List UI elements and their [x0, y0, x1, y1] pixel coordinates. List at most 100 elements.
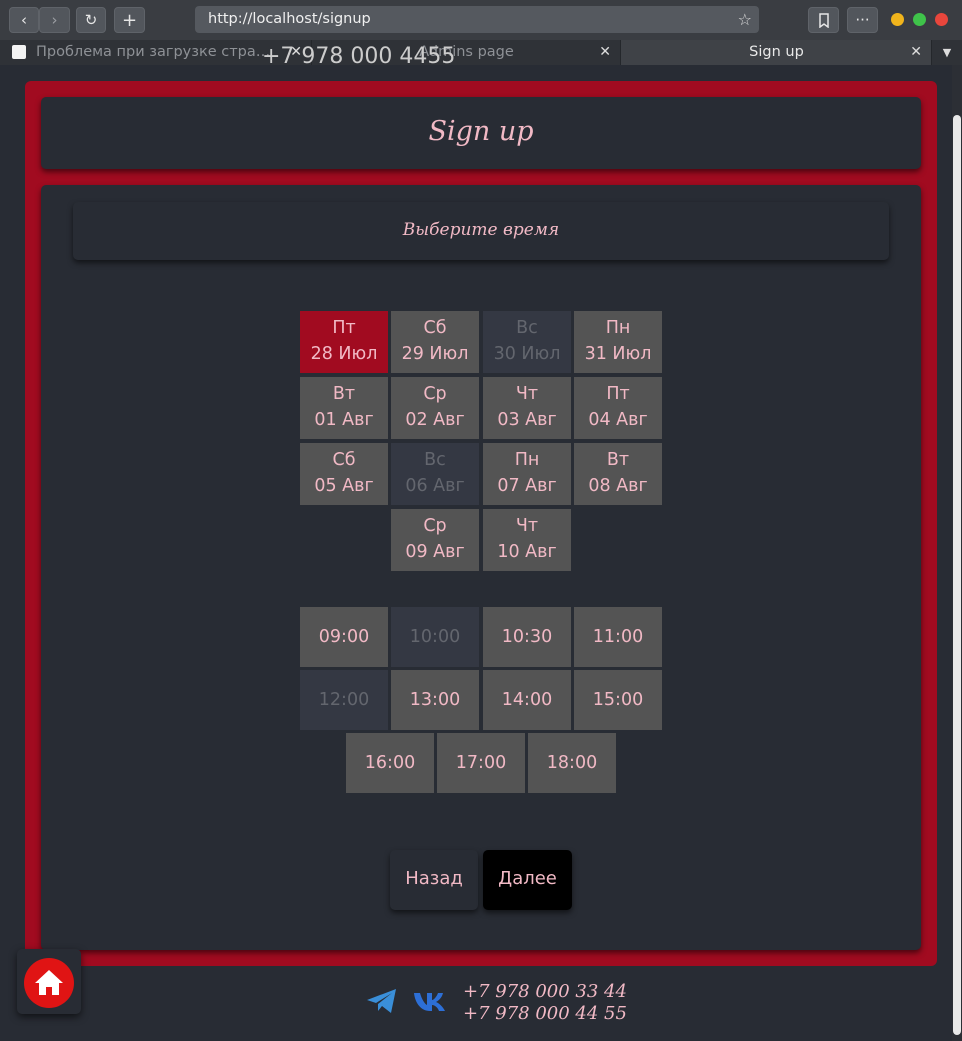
back-button[interactable]: Назад [390, 850, 478, 910]
date-cell[interactable]: Пн 07 Авг [483, 443, 571, 505]
schedule-card: Выберите время Назад Далее Пт 28 Июл Сб 29 … [41, 185, 921, 950]
maximize-button[interactable] [913, 13, 926, 26]
date-day: 31 Июл [584, 344, 652, 364]
date-weekday: Вт [606, 450, 630, 470]
date-day: 28 Июл [310, 344, 378, 364]
date-cell[interactable]: Вт 01 Авг [300, 377, 388, 439]
phone-number[interactable]: +7 978 000 44 55 [463, 1003, 627, 1025]
vk-icon [414, 993, 445, 1011]
date-cell[interactable]: Сб 05 Авг [300, 443, 388, 505]
date-day: 30 Июл [493, 344, 561, 364]
date-cell[interactable]: Пт 28 Июл [300, 311, 388, 373]
bookmarks-button[interactable] [808, 7, 839, 33]
scrollbar[interactable] [952, 65, 962, 1041]
caret-down-icon: ▼ [942, 46, 952, 59]
subtitle-card: Выберите время [73, 202, 889, 260]
browser-toolbar: ‹ › ↻ + http://localhost/signup ☆ ··· [0, 0, 962, 40]
back-nav-button[interactable]: ‹ [9, 7, 39, 33]
time-slot[interactable]: 14:00 [483, 670, 571, 730]
title-card: Sign up [41, 97, 921, 169]
date-weekday: Вт [332, 384, 356, 404]
tab-signup[interactable]: Sign up ✕ [621, 40, 932, 65]
footer-phones: +7 978 000 33 44 +7 978 000 44 55 [463, 981, 627, 1025]
time-slot[interactable]: 09:00 [300, 607, 388, 667]
date-weekday: Ср [423, 384, 447, 404]
date-weekday: Сб [332, 450, 356, 470]
date-weekday: Пн [605, 318, 631, 338]
reload-button[interactable]: ↻ [76, 7, 106, 33]
date-cell[interactable]: Сб 29 Июл [391, 311, 479, 373]
forward-nav-button[interactable]: › [39, 7, 70, 33]
date-day: 03 Авг [497, 410, 557, 430]
tab-title: Проблема при загрузке стра… [36, 44, 271, 60]
bookmark-star-icon[interactable]: ☆ [738, 6, 752, 33]
time-slot: 12:00 [300, 670, 388, 730]
date-weekday: Чт [515, 516, 539, 536]
bookmark-icon [818, 12, 829, 28]
section-subtitle: Выберите время [402, 220, 560, 240]
date-weekday: Чт [515, 384, 539, 404]
date-day: 08 Авг [588, 476, 648, 496]
url-text: http://localhost/signup [208, 11, 371, 27]
chevron-right-icon: › [51, 11, 58, 29]
date-cell[interactable]: Чт 03 Авг [483, 377, 571, 439]
time-slot: 10:00 [391, 607, 479, 667]
date-day: 07 Авг [497, 476, 557, 496]
time-slot[interactable]: 10:30 [483, 607, 571, 667]
date-cell[interactable]: Чт 10 Авг [483, 509, 571, 571]
telegram-icon [367, 989, 396, 1013]
page-title: Sign up [428, 116, 534, 147]
close-icon[interactable]: ✕ [599, 40, 611, 64]
date-weekday: Пт [332, 318, 356, 338]
minimize-button[interactable] [891, 13, 904, 26]
date-cell[interactable]: Пт 04 Авг [574, 377, 662, 439]
time-slot[interactable]: 11:00 [574, 607, 662, 667]
time-slot[interactable]: 13:00 [391, 670, 479, 730]
page-favicon-icon [12, 45, 26, 59]
home-icon [35, 970, 63, 995]
browser-chrome: ‹ › ↻ + http://localhost/signup ☆ ··· Пр… [0, 0, 962, 65]
time-slot[interactable]: 18:00 [528, 733, 616, 793]
date-cell[interactable]: Вт 08 Авг [574, 443, 662, 505]
date-cell[interactable]: Ср 02 Авг [391, 377, 479, 439]
close-icon[interactable]: ✕ [910, 40, 922, 64]
menu-button[interactable]: ··· [847, 7, 878, 33]
next-button[interactable]: Далее [483, 850, 572, 910]
close-window-button[interactable] [935, 13, 948, 26]
plus-icon: + [121, 9, 138, 31]
date-weekday: Вс [424, 450, 446, 470]
telegram-link[interactable] [365, 986, 399, 1016]
time-slot[interactable]: 17:00 [437, 733, 525, 793]
new-tab-button[interactable]: + [114, 7, 145, 33]
reload-icon: ↻ [84, 11, 98, 29]
date-weekday: Ср [423, 516, 447, 536]
tab-bar: Проблема при загрузке стра… ✕ Admins pag… [0, 40, 962, 65]
date-day: 29 Июл [401, 344, 469, 364]
date-weekday: Вс [516, 318, 538, 338]
url-bar[interactable]: http://localhost/signup ☆ [195, 6, 759, 33]
date-cell[interactable]: Ср 09 Авг [391, 509, 479, 571]
more-icon: ··· [855, 11, 870, 29]
date-weekday: Пн [514, 450, 540, 470]
date-day: 10 Авг [497, 542, 557, 562]
home-button[interactable] [17, 949, 81, 1014]
date-weekday: Пт [606, 384, 630, 404]
header-phone-peek: +7 978 000 4455 [262, 44, 456, 65]
phone-number[interactable]: +7 978 000 33 44 [463, 981, 627, 1003]
date-cell: Вс 06 Авг [391, 443, 479, 505]
home-circle [24, 958, 74, 1008]
date-day: 06 Авг [405, 476, 465, 496]
date-day: 04 Авг [588, 410, 648, 430]
date-day: 02 Авг [405, 410, 465, 430]
tab-title: Sign up [749, 44, 804, 60]
tab-list-dropdown[interactable]: ▼ [932, 40, 962, 65]
date-day: 09 Авг [405, 542, 465, 562]
vk-link[interactable] [412, 986, 446, 1016]
scrollbar-thumb[interactable] [953, 115, 961, 1035]
chevron-left-icon: ‹ [21, 11, 27, 29]
date-cell[interactable]: Пн 31 Июл [574, 311, 662, 373]
date-weekday: Сб [423, 318, 447, 338]
date-day: 01 Авг [314, 410, 374, 430]
time-slot[interactable]: 16:00 [346, 733, 434, 793]
time-slot[interactable]: 15:00 [574, 670, 662, 730]
